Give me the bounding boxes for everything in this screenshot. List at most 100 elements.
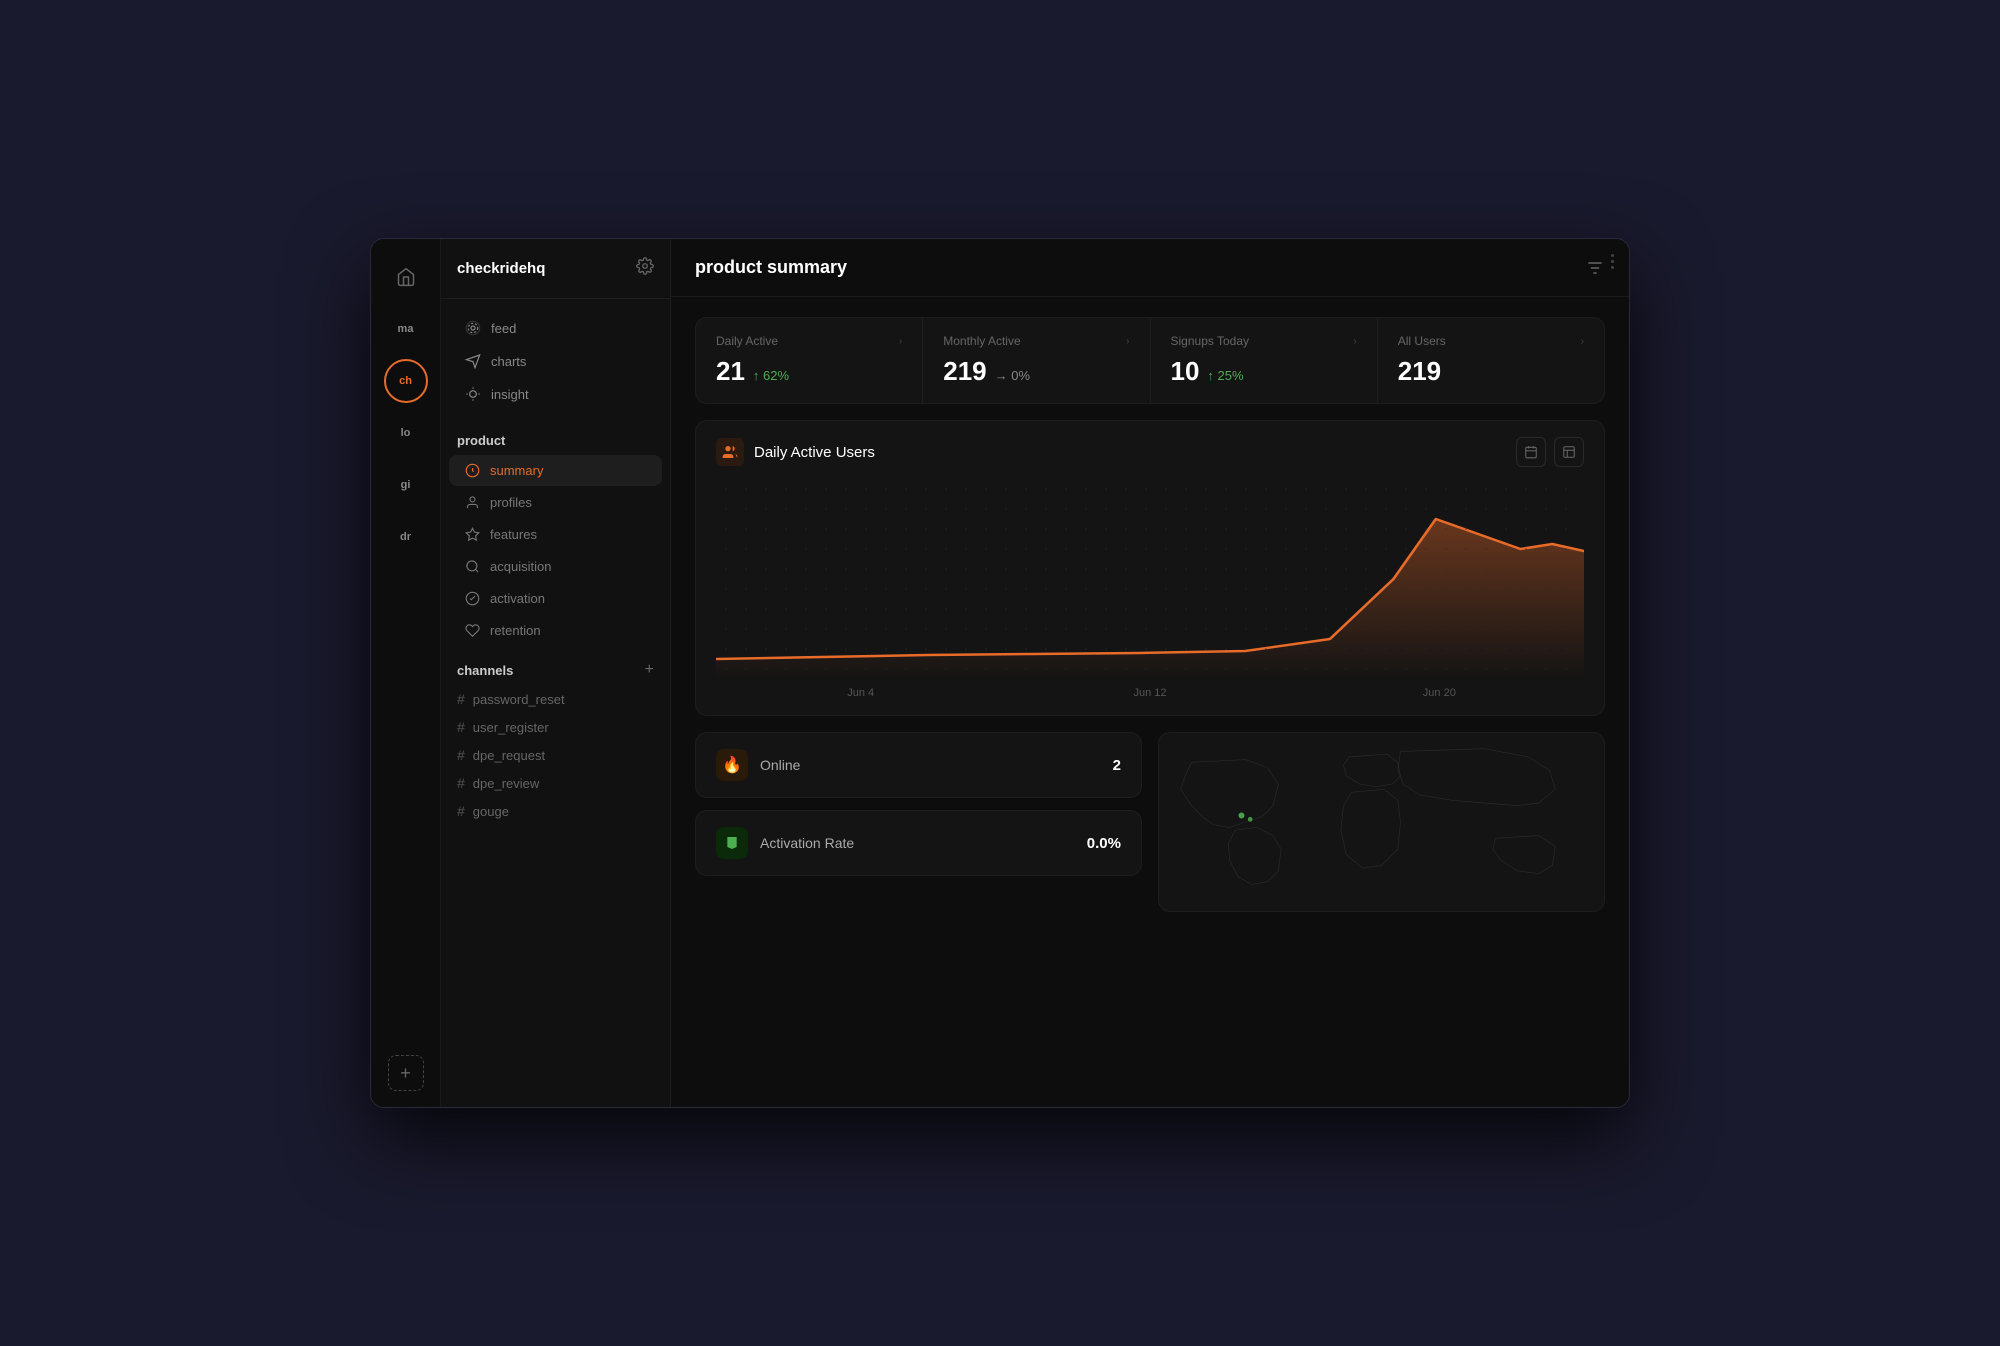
main-content-area: product summary Daily Active › <box>671 239 1629 1107</box>
channel-gouge[interactable]: # gouge <box>441 797 670 825</box>
menu-profiles[interactable]: profiles <box>449 487 662 518</box>
activation-icon <box>716 827 748 859</box>
chart-background <box>716 479 1584 679</box>
stat-daily-value: 21 <box>716 356 745 387</box>
channels-header: channels + <box>441 647 670 685</box>
menu-acquisition-label: acquisition <box>490 559 551 574</box>
channel-name: gouge <box>473 804 509 819</box>
menu-features-label: features <box>490 527 537 542</box>
sidebar-title: checkridehq <box>457 260 545 277</box>
sidebar-header: checkridehq <box>441 239 670 299</box>
stat-daily-change: ↑ 62% <box>753 368 789 383</box>
content-area: Daily Active › 21 ↑ 62% Monthly Active › <box>671 297 1629 1107</box>
x-label-jun12: Jun 12 <box>1005 687 1294 699</box>
product-menu: summary profiles features <box>441 454 670 647</box>
stat-allusers-label: All Users <box>1398 334 1446 348</box>
stat-chevron-icon: › <box>899 336 902 347</box>
stat-monthly-label: Monthly Active <box>943 334 1020 348</box>
calendar-button[interactable] <box>1516 437 1546 467</box>
channel-user-register[interactable]: # user_register <box>441 713 670 741</box>
channel-hash-icon: # <box>457 775 465 791</box>
org-ch-active[interactable]: ch <box>384 359 428 403</box>
main-header: product summary <box>671 239 1629 297</box>
page-title: product summary <box>695 257 847 278</box>
product-label: product <box>457 433 505 448</box>
map-svg <box>1159 733 1604 911</box>
menu-activation-label: activation <box>490 591 545 606</box>
stat-allusers-value: 219 <box>1398 356 1441 387</box>
channels-list: # password_reset # user_register # dpe_r… <box>441 685 670 825</box>
org-ma[interactable]: ma <box>384 307 428 351</box>
channels-label: channels <box>457 663 513 678</box>
nav-charts-label: charts <box>491 354 526 369</box>
stat-daily-label: Daily Active <box>716 334 778 348</box>
header-actions <box>1585 258 1605 278</box>
nav-insight[interactable]: insight <box>449 378 662 410</box>
menu-activation[interactable]: activation <box>449 583 662 614</box>
x-label-jun20: Jun 20 <box>1295 687 1584 699</box>
filter-icon[interactable] <box>1585 258 1605 278</box>
add-channel-button[interactable]: + <box>645 661 654 679</box>
online-metric: 🔥 Online 2 <box>695 732 1142 798</box>
stats-row: Daily Active › 21 ↑ 62% Monthly Active › <box>695 317 1605 404</box>
stat-daily-active[interactable]: Daily Active › 21 ↑ 62% <box>696 318 922 403</box>
menu-summary-label: summary <box>490 463 543 478</box>
menu-features[interactable]: features <box>449 519 662 550</box>
menu-retention[interactable]: retention <box>449 615 662 646</box>
nav-insight-label: insight <box>491 387 529 402</box>
export-button[interactable] <box>1554 437 1584 467</box>
chart-action-buttons <box>1516 437 1584 467</box>
online-label: Online <box>760 757 1101 773</box>
activation-rate-metric: Activation Rate 0.0% <box>695 810 1142 876</box>
channel-password-reset[interactable]: # password_reset <box>441 685 670 713</box>
online-icon: 🔥 <box>716 749 748 781</box>
channel-hash-icon: # <box>457 719 465 735</box>
nav-charts[interactable]: charts <box>449 345 662 377</box>
org-gi[interactable]: gi <box>384 463 428 507</box>
stat-signups-change: ↑ 25% <box>1207 368 1243 383</box>
org-lo[interactable]: lo <box>384 411 428 455</box>
menu-profiles-label: profiles <box>490 495 532 510</box>
nav-feed[interactable]: feed <box>449 312 662 344</box>
menu-retention-label: retention <box>490 623 541 638</box>
channel-name: dpe_review <box>473 776 540 791</box>
stat-signups[interactable]: Signups Today › 10 ↑ 25% <box>1151 318 1377 403</box>
channel-hash-icon: # <box>457 803 465 819</box>
window-menu-dots[interactable] <box>1607 250 1618 273</box>
channel-dpe-request[interactable]: # dpe_request <box>441 741 670 769</box>
channel-dpe-review[interactable]: # dpe_review <box>441 769 670 797</box>
org-dr[interactable]: dr <box>384 515 428 559</box>
activation-value: 0.0% <box>1087 835 1121 852</box>
top-nav: feed charts insight <box>441 299 670 423</box>
stat-monthly-change: → 0% <box>995 368 1030 383</box>
channel-name: dpe_request <box>473 748 545 763</box>
stat-all-users[interactable]: All Users › 219 <box>1378 318 1604 403</box>
chart-x-axis: Jun 4 Jun 12 Jun 20 <box>716 679 1584 699</box>
x-label-jun4: Jun 4 <box>716 687 1005 699</box>
stat-chevron-icon: › <box>1353 336 1356 347</box>
home-nav-icon[interactable] <box>384 255 428 299</box>
activation-label: Activation Rate <box>760 835 1075 851</box>
daily-active-chart: Daily Active Users <box>695 420 1605 716</box>
stat-monthly-active[interactable]: Monthly Active › 219 → 0% <box>923 318 1149 403</box>
menu-acquisition[interactable]: acquisition <box>449 551 662 582</box>
chart-title: Daily Active Users <box>754 444 875 461</box>
gear-icon[interactable] <box>636 257 654 280</box>
bottom-row: 🔥 Online 2 Activation Rate 0.0% <box>695 732 1605 912</box>
menu-summary[interactable]: summary <box>449 455 662 486</box>
channel-hash-icon: # <box>457 691 465 707</box>
channel-name: password_reset <box>473 692 565 707</box>
stat-signups-label: Signups Today <box>1171 334 1250 348</box>
add-org-button[interactable]: + <box>388 1055 424 1091</box>
channel-name: user_register <box>473 720 549 735</box>
stat-monthly-value: 219 <box>943 356 986 387</box>
channel-hash-icon: # <box>457 747 465 763</box>
chart-users-icon <box>716 438 744 466</box>
stat-chevron-icon: › <box>1126 336 1129 347</box>
online-value: 2 <box>1113 757 1121 774</box>
product-section-header: product <box>441 423 670 454</box>
world-map <box>1158 732 1605 912</box>
nav-feed-label: feed <box>491 321 516 336</box>
stat-chevron-icon: › <box>1581 336 1584 347</box>
chart-area <box>716 479 1584 679</box>
